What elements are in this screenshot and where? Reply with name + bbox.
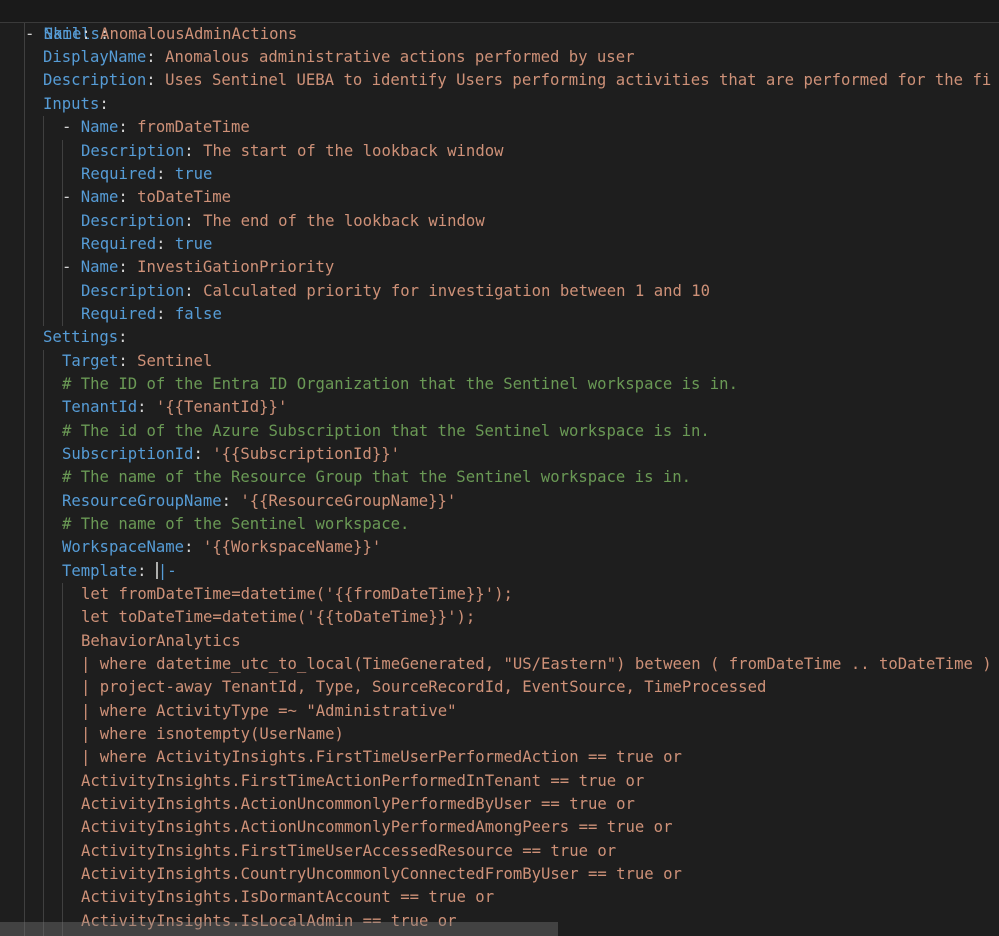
code-line: - Name: toDateTime	[62, 188, 232, 206]
template-line: let toDateTime=datetime('{{toDateTime}}'…	[81, 608, 476, 626]
code-line: Description: The start of the lookback w…	[81, 142, 504, 160]
workspace-value: '{{WorkspaceName}}'	[202, 538, 382, 556]
target-value: Sentinel	[137, 352, 213, 370]
skill-name-value: AnomalousAdminActions	[100, 25, 298, 43]
block-indicator: |-	[157, 562, 177, 580]
tenant-value: '{{TenantId}}'	[155, 398, 288, 416]
input-description: The start of the lookback window	[203, 142, 504, 160]
input-required: true	[174, 235, 213, 253]
input-description: Calculated priority for investigation be…	[203, 282, 711, 300]
template-line: | where datetime_utc_to_local(TimeGenera…	[81, 655, 992, 673]
template-line: | where ActivityInsights.FirstTimeUserPe…	[81, 748, 682, 766]
code-line: Required: true	[81, 235, 213, 253]
code-line: TenantId: '{{TenantId}}'	[62, 398, 288, 416]
input-name: toDateTime	[137, 188, 232, 206]
code-line: Description: Calculated priority for inv…	[81, 282, 711, 300]
subscription-value: '{{SubscriptionId}}'	[212, 445, 400, 463]
template-line: let fromDateTime=datetime('{{fromDateTim…	[81, 585, 513, 603]
comment-line: # The name of the Sentinel workspace.	[62, 515, 410, 533]
code-line: Required: false	[81, 305, 222, 323]
code-line: Description: The end of the lookback win…	[81, 212, 485, 230]
input-required: false	[174, 305, 222, 323]
code-line: Description: Uses Sentinel UEBA to ident…	[43, 71, 992, 89]
horizontal-scrollbar[interactable]	[0, 922, 558, 936]
indent-guide	[43, 116, 44, 326]
code-line: - Name: fromDateTime	[62, 118, 250, 136]
code-line: Settings:	[43, 328, 128, 346]
template-line: | where isnotempty(UserName)	[81, 725, 344, 743]
indent-guide	[62, 583, 63, 936]
code-line: - Name: InvestiGationPriority	[62, 258, 335, 276]
template-line: ActivityInsights.FirstTimeUserAccessedRe…	[81, 842, 617, 860]
code-editor[interactable]: Skills: - Name: AnomalousAdminActions Di…	[0, 0, 999, 936]
code-line: Template: |-	[62, 562, 177, 580]
indent-guide	[24, 23, 25, 936]
template-line: ActivityInsights.ActionUncommonlyPerform…	[81, 795, 635, 813]
input-name: InvestiGationPriority	[137, 258, 335, 276]
code-line: DisplayName: Anomalous administrative ac…	[43, 48, 635, 66]
input-required: true	[174, 165, 213, 183]
code-line: Required: true	[81, 165, 213, 183]
template-line: ActivityInsights.FirstTimeActionPerforme…	[81, 772, 645, 790]
description-value: Uses Sentinel UEBA to identify Users per…	[165, 71, 992, 89]
code-line: Skills:	[0, 0, 999, 43]
resource-group-value: '{{ResourceGroupName}}'	[240, 492, 457, 510]
code-line: Target: Sentinel	[62, 352, 213, 370]
indent-guide	[43, 350, 44, 936]
code-line: WorkspaceName: '{{WorkspaceName}}'	[62, 538, 382, 556]
comment-line: # The ID of the Entra ID Organization th…	[62, 375, 738, 393]
template-line: | where ActivityType =~ "Administrative"	[81, 702, 457, 720]
input-name: fromDateTime	[137, 118, 250, 136]
template-line: ActivityInsights.CountryUncommonlyConnec…	[81, 865, 682, 883]
display-name-value: Anomalous administrative actions perform…	[165, 48, 635, 66]
comment-line: # The id of the Azure Subscription that …	[62, 422, 710, 440]
template-line: BehaviorAnalytics	[81, 632, 241, 650]
template-line: ActivityInsights.IsDormantAccount == tru…	[81, 888, 495, 906]
code-line: - Name: AnomalousAdminActions	[25, 25, 298, 43]
template-line: | project-away TenantId, Type, SourceRec…	[81, 678, 767, 696]
code-line: ResourceGroupName: '{{ResourceGroupName}…	[62, 492, 457, 510]
indent-guide	[62, 140, 63, 326]
code-line: SubscriptionId: '{{SubscriptionId}}'	[62, 445, 400, 463]
input-description: The end of the lookback window	[203, 212, 485, 230]
comment-line: # The name of the Resource Group that th…	[62, 468, 692, 486]
code-line: Inputs:	[43, 95, 109, 113]
template-line: ActivityInsights.ActionUncommonlyPerform…	[81, 818, 673, 836]
